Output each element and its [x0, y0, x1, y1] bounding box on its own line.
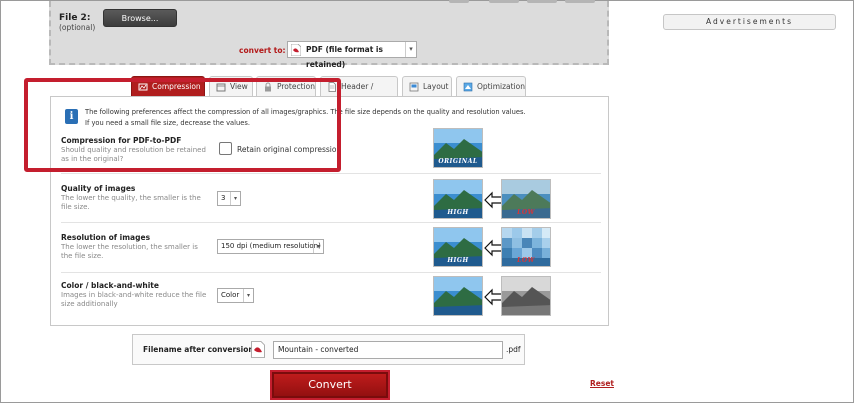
- panel-edge: [449, 0, 469, 3]
- divider: [61, 272, 601, 273]
- quality-title: Quality of images: [61, 184, 136, 193]
- panel-edge: [565, 0, 595, 3]
- format-select[interactable]: PDF (file format is retained) ▾: [287, 41, 417, 69]
- tab-label: View: [230, 82, 248, 91]
- chevron-down-icon: ▾: [230, 192, 240, 205]
- tab-optimization[interactable]: Optimization: [456, 76, 526, 97]
- lock-icon: [265, 82, 271, 92]
- upload-panel: File 2: (optional) Browse... convert to:…: [49, 0, 609, 69]
- low-quality-thumbnail: LOW: [501, 179, 551, 219]
- quality-desc: The lower the quality, the smaller is th…: [61, 194, 201, 211]
- advertisements-box: Advertisements: [663, 14, 836, 30]
- color-mode-select[interactable]: Color ▾: [217, 288, 254, 303]
- panel-edge: [527, 0, 557, 3]
- resolution-select[interactable]: 150 dpi (medium resolution) ▾: [217, 239, 324, 254]
- file2-optional-label: (optional): [59, 23, 96, 32]
- info-line-2: If you need a small file size, decrease …: [85, 119, 250, 127]
- retain-compression-checkbox[interactable]: [219, 142, 232, 155]
- divider: [61, 173, 601, 174]
- mountain-image-icon: [434, 277, 482, 315]
- divider: [61, 222, 601, 223]
- tab-label: Layout: [423, 82, 449, 91]
- original-thumb-label: ORIGINAL: [438, 158, 478, 165]
- tab-protection[interactable]: Protection: [256, 76, 316, 97]
- original-image-thumbnail: ORIGINAL: [433, 128, 483, 168]
- resolution-desc: The lower the resolution, the smaller is…: [61, 243, 198, 260]
- color-image-thumbnail: [433, 276, 483, 316]
- pdf-file-icon: [251, 341, 265, 358]
- compression-panel: i The following preferences affect the c…: [50, 96, 609, 326]
- convert-to-label: convert to:: [239, 46, 286, 55]
- tab-view[interactable]: View: [209, 76, 253, 97]
- color-desc: Images in black-and-white reduce the fil…: [61, 291, 207, 308]
- tab-layout[interactable]: Layout: [402, 76, 452, 97]
- retain-compression-label: Retain original compression: [237, 145, 342, 154]
- high-quality-thumbnail: HIGH: [433, 179, 483, 219]
- high-thumb-label: HIGH: [447, 209, 469, 216]
- quality-select-value: 3: [221, 194, 226, 202]
- compression-desc: Should quality and resolution be retaine…: [61, 146, 206, 163]
- high-thumb-label: HIGH: [447, 257, 469, 264]
- resolution-title: Resolution of images: [61, 233, 151, 242]
- document-icon: [328, 82, 336, 92]
- grayscale-mountain-icon: [502, 277, 550, 315]
- color-select-value: Color: [221, 291, 240, 299]
- tab-label: Protection: [277, 82, 315, 91]
- panel-edge: [489, 0, 519, 3]
- low-thumb-label: LOW: [517, 209, 535, 216]
- resolution-select-value: 150 dpi (medium resolution): [221, 242, 321, 250]
- filename-label: Filename after conversion:: [143, 345, 257, 354]
- layout-icon: [409, 82, 419, 92]
- low-thumb-label: LOW: [517, 257, 535, 264]
- compression-icon: [138, 83, 148, 91]
- info-icon: i: [65, 109, 78, 124]
- reset-link[interactable]: Reset: [590, 379, 614, 388]
- compression-title: Compression for PDF-to-PDF: [61, 136, 182, 145]
- chevron-down-icon: ▾: [313, 240, 323, 253]
- filename-extension: .pdf: [506, 345, 521, 354]
- view-icon: [216, 83, 226, 92]
- pdf-file-icon: [291, 44, 301, 56]
- filename-input[interactable]: Mountain - converted: [273, 341, 503, 359]
- info-line-1: The following preferences affect the com…: [85, 108, 526, 116]
- info-text: The following preferences affect the com…: [85, 107, 590, 129]
- grayscale-image-thumbnail: [501, 276, 551, 316]
- color-title: Color / black-and-white: [61, 281, 159, 290]
- tab-header-footer[interactable]: Header / footer: [320, 76, 398, 111]
- quality-select[interactable]: 3 ▾: [217, 191, 241, 206]
- tab-label: Optimization: [477, 82, 525, 91]
- optimization-icon: [463, 82, 473, 92]
- tab-label: Compression: [152, 82, 201, 91]
- low-resolution-thumbnail: LOW: [501, 227, 551, 267]
- chevron-down-icon: ▾: [243, 289, 253, 302]
- tab-compression[interactable]: Compression: [131, 76, 205, 97]
- filename-panel: Filename after conversion: Mountain - co…: [132, 334, 525, 365]
- format-select-value: PDF (file format is retained): [306, 45, 383, 69]
- convert-button[interactable]: Convert: [270, 370, 390, 400]
- high-resolution-thumbnail: HIGH: [433, 227, 483, 267]
- chevron-down-icon: ▾: [405, 42, 416, 57]
- browse-button[interactable]: Browse...: [103, 9, 177, 27]
